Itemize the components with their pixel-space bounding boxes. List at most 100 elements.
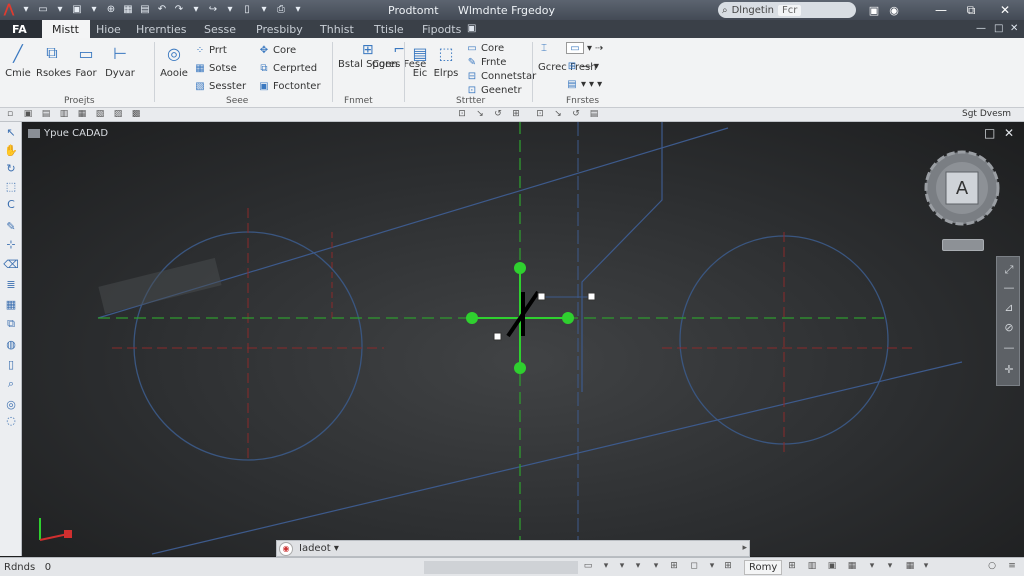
dropdown-icon[interactable]: ▾ (53, 2, 67, 16)
drawing-canvas[interactable]: Ypue CADAD □ ✕ A ⤢ — ⊿ ⊘ — ✛ (22, 122, 1024, 556)
ortho-toggle-icon[interactable]: ▾ (616, 561, 628, 573)
small-button[interactable]: ▣ Foctonter (258, 80, 320, 92)
small-tool-icon[interactable]: ▧ (94, 109, 106, 121)
ribbon-button-dyvar[interactable]: ⊢ Dyvar (104, 42, 136, 80)
minimize-icon[interactable]: — (926, 0, 956, 20)
erase-icon[interactable]: ⌫ (3, 256, 19, 272)
doc-restore-icon[interactable]: □ (994, 23, 1003, 34)
ribbon-button-aooie[interactable]: ◎ Aooie (158, 42, 190, 80)
print-icon[interactable]: ⎙ (274, 2, 288, 16)
small-tool-icon[interactable]: ↺ (570, 109, 582, 121)
orbit-icon[interactable]: ⊘ (1001, 321, 1017, 337)
square-grip[interactable] (493, 332, 502, 341)
small-tool-icon[interactable]: ▤ (588, 109, 600, 121)
tab-item[interactable]: Ttisle (374, 23, 404, 36)
units-icon[interactable]: ▥ (806, 561, 818, 573)
lower-diagonal-line[interactable] (151, 361, 963, 555)
small-tool-icon[interactable]: ↘ (552, 109, 564, 121)
share-icon[interactable]: ↪ (206, 2, 220, 16)
viewcube-icon[interactable]: A (922, 148, 1002, 228)
dropdown-icon[interactable]: ▾ (87, 2, 101, 16)
app-logo-icon[interactable]: ⋀ (2, 2, 16, 17)
grid-toggle-icon[interactable]: ▭ (582, 561, 594, 573)
arc-icon[interactable]: C (3, 196, 19, 212)
clean-screen-icon[interactable]: ▦ (904, 561, 916, 573)
tab-item[interactable]: Presbiby (256, 23, 303, 36)
grip-right[interactable] (562, 312, 574, 324)
square-grip[interactable] (537, 292, 546, 301)
orbit-icon[interactable]: ↻ (3, 160, 19, 176)
redo-icon[interactable]: ↷ (172, 2, 186, 16)
tab-item[interactable]: Hrernties (136, 23, 187, 36)
tab-item[interactable]: Fipodts (422, 23, 461, 36)
ribbon-button-cmie[interactable]: ╱ Cmie (2, 42, 34, 80)
zoom-icon[interactable]: ⌕ (3, 376, 19, 392)
small-button[interactable]: ▤ ▾ ▾ ▾ (566, 78, 602, 90)
orbit-small-icon[interactable]: ◌ (3, 412, 19, 428)
globe-icon[interactable]: ⊕ (104, 2, 118, 16)
grip-top[interactable] (514, 262, 526, 274)
restore-icon[interactable]: ⧉ (956, 0, 986, 20)
small-tool-icon[interactable]: ⊡ (534, 109, 546, 121)
pencil-icon[interactable]: ✎ (3, 218, 19, 234)
layer-dropdown[interactable]: ▭ ▾ ⇢ (566, 42, 603, 54)
help-icon[interactable]: ◉ (886, 2, 902, 18)
square-grip[interactable] (587, 292, 596, 301)
search-field[interactable]: ⌕ Dlngetin Fcr (718, 2, 856, 18)
target-icon[interactable]: ◎ (3, 396, 19, 412)
account-icon[interactable]: ▣ (866, 2, 882, 18)
command-line[interactable]: ◉ Iadeot ▾ ▸ (276, 540, 750, 557)
document-icon[interactable]: ▯ (240, 2, 254, 16)
view-toggle-button[interactable] (942, 239, 984, 251)
zoom-extents-icon[interactable]: ⊿ (1001, 301, 1017, 317)
polar-toggle-icon[interactable]: ▾ (632, 561, 644, 573)
selection-cycling-icon[interactable]: ⊞ (722, 561, 734, 573)
osnap-toggle-icon[interactable]: ▾ (650, 561, 662, 573)
grid-icon[interactable]: ▦ (121, 2, 135, 16)
small-button[interactable]: ✎ Frnte (466, 56, 507, 68)
small-button[interactable]: ⊟ Connetstar (466, 70, 536, 82)
ribbon-button-elrps[interactable]: ⬚ Elrps (430, 42, 462, 80)
steering-wheel-icon[interactable]: ⤢ (1001, 263, 1017, 279)
dropdown-icon[interactable]: ▾ (223, 2, 237, 16)
quick-properties-icon[interactable]: ▣ (826, 561, 838, 573)
pan-icon[interactable]: — (1001, 281, 1017, 297)
workspace-label[interactable]: Sgt Dvesm (962, 109, 1011, 119)
small-button[interactable]: ▧ Sesster (194, 80, 246, 92)
dropdown-icon[interactable]: ▾ (291, 2, 305, 16)
lineweight-toggle-icon[interactable]: ◻ (688, 561, 700, 573)
open-folder-icon[interactable]: ▭ (36, 2, 50, 16)
tab-item[interactable]: Thhist (320, 23, 354, 36)
customize-icon[interactable]: ≡ (1006, 561, 1018, 573)
command-scroll-icon[interactable]: ▸ (742, 543, 747, 553)
transparency-toggle-icon[interactable]: ▾ (706, 561, 718, 573)
small-tool-icon[interactable]: ⊡ (456, 109, 468, 121)
small-tool-icon[interactable]: ↺ (492, 109, 504, 121)
small-button[interactable]: ▭ Core (466, 42, 504, 54)
tab-expand-icon[interactable]: ▣ (467, 23, 476, 34)
small-tool-icon[interactable]: ↘ (474, 109, 486, 121)
command-input[interactable]: Iadeot ▾ (299, 543, 339, 554)
isolate-icon[interactable]: ▾ (866, 561, 878, 573)
small-button[interactable]: ⊞ — ▾ (566, 60, 599, 72)
pointer-icon[interactable]: ↖ (3, 124, 19, 140)
close-icon[interactable]: ✕ (990, 0, 1020, 20)
tab-item[interactable]: Hioe (96, 23, 121, 36)
undo-icon[interactable]: ↶ (155, 2, 169, 16)
slot-outline[interactable] (581, 122, 663, 392)
small-button[interactable]: ⌶ (538, 42, 550, 54)
cube-icon[interactable]: ▤ (138, 2, 152, 16)
small-tool-icon[interactable]: ▣ (22, 109, 34, 121)
small-button[interactable]: ⧉ Cerprted (258, 62, 317, 74)
pan-icon[interactable]: ✋ (3, 142, 19, 158)
hardware-accel-icon[interactable]: ▾ (884, 561, 896, 573)
dropdown-icon[interactable]: ▾ (189, 2, 203, 16)
lock-ui-icon[interactable]: ▦ (846, 561, 858, 573)
search-input[interactable]: Dlngetin (732, 5, 774, 16)
ribbon-button-faor[interactable]: ▭ Faor (70, 42, 102, 80)
globe-icon[interactable]: ◍ (3, 336, 19, 352)
small-button[interactable]: ⁘ Prrt (194, 44, 227, 56)
copy-icon[interactable]: ⧉ (3, 316, 19, 332)
doc-minimize-icon[interactable]: — (976, 23, 986, 34)
grid-icon[interactable]: ▦ (3, 296, 19, 312)
